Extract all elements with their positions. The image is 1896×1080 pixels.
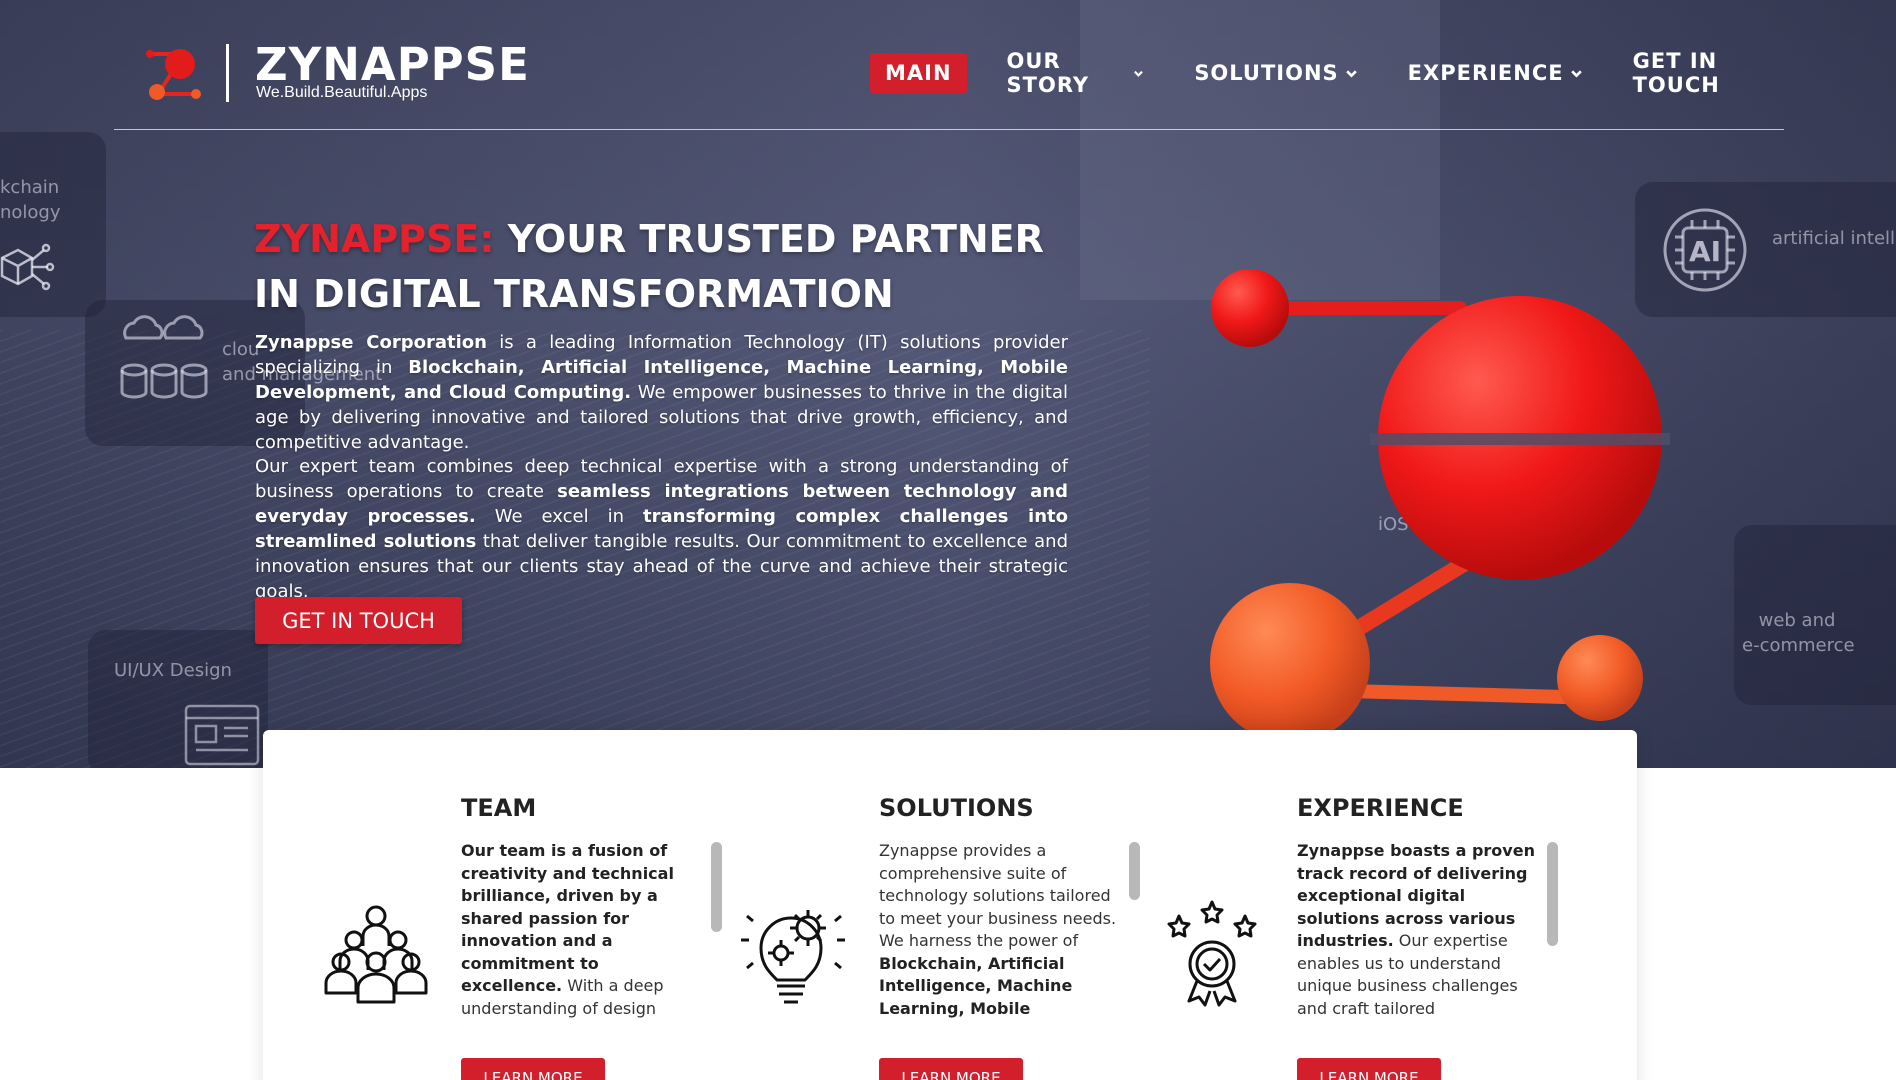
bg-label-blockchain: kchain nology bbox=[0, 177, 61, 223]
feature-emphasis: Our team is a fusion of creativity and t… bbox=[461, 841, 674, 995]
zynappse-3d-logo-art bbox=[1210, 269, 1670, 743]
nav-item-our-story[interactable]: OUR STORY bbox=[1007, 49, 1145, 97]
features-card: TEAM Our team is a fusion of creativity … bbox=[263, 730, 1637, 1080]
award-badge-icon bbox=[1167, 900, 1257, 1007]
cube-network-icon bbox=[0, 243, 55, 291]
nav-item-main[interactable]: MAIN bbox=[870, 53, 967, 93]
site-header: ZYNAPPSE We.Build.Beautiful.Apps MAIN OU… bbox=[114, 30, 1784, 130]
learn-more-button[interactable]: LEARN MORE bbox=[1297, 1058, 1441, 1080]
feature-emphasis: Blockchain, Artificial Intelligence, Mac… bbox=[879, 953, 1073, 1018]
svg-text:AI: AI bbox=[1689, 235, 1721, 268]
feature-title: SOLUTIONS bbox=[879, 794, 1034, 822]
chevron-down-icon bbox=[1345, 69, 1357, 78]
bg-label-uiux: UI/UX Design bbox=[114, 660, 232, 681]
bg-label-web: web and e-commerce bbox=[1742, 610, 1855, 656]
cloud-database-icon bbox=[120, 315, 208, 399]
bg-label-ai: artificial intellige bbox=[1772, 228, 1896, 249]
hero-title: ZYNAPPSE: YOUR TRUSTED PARTNER IN DIGITA… bbox=[254, 212, 1074, 322]
get-in-touch-button[interactable]: GET IN TOUCH bbox=[255, 597, 462, 644]
chevron-down-icon bbox=[1134, 70, 1144, 77]
nav-item-solutions[interactable]: SOLUTIONS bbox=[1194, 61, 1357, 85]
feature-team: TEAM Our team is a fusion of creativity … bbox=[263, 730, 722, 1080]
nav-item-experience[interactable]: EXPERIENCE bbox=[1408, 61, 1583, 85]
feature-text: Our team is a fusion of creativity and t… bbox=[461, 840, 701, 1020]
nav-label: EXPERIENCE bbox=[1407, 61, 1564, 85]
lightbulb-gear-icon bbox=[741, 910, 845, 1004]
nav-label: GET IN TOUCH bbox=[1632, 49, 1720, 97]
hero-paragraph-intro: Zynappse Corporation is a leading Inform… bbox=[255, 330, 1068, 455]
feature-text: Zynappse boasts a proven track record of… bbox=[1297, 840, 1537, 1020]
hero-text: We excel in bbox=[475, 506, 644, 527]
logo-divider bbox=[226, 44, 229, 102]
hero-paragraph-team: Our expert team combines deep technical … bbox=[255, 454, 1068, 604]
feature-experience: EXPERIENCE Zynappse boasts a proven trac… bbox=[1099, 730, 1558, 1080]
brand-tagline: We.Build.Beautiful.Apps bbox=[256, 84, 428, 101]
learn-more-button[interactable]: LEARN MORE bbox=[879, 1058, 1023, 1080]
hero-title-brand: ZYNAPPSE: bbox=[254, 217, 495, 261]
feature-title: EXPERIENCE bbox=[1297, 794, 1464, 822]
feature-solutions: SOLUTIONS Zynappse provides a comprehens… bbox=[681, 730, 1140, 1080]
scrollbar-thumb[interactable] bbox=[1547, 842, 1558, 946]
learn-more-button[interactable]: LEARN MORE bbox=[461, 1058, 605, 1080]
chevron-down-icon bbox=[1570, 69, 1582, 78]
main-nav: MAIN OUR STORY SOLUTIONS EXPERIENCE GET … bbox=[870, 49, 1784, 97]
company-name: Zynappse Corporation bbox=[255, 332, 487, 353]
feature-body: Zynappse provides a comprehensive suite … bbox=[879, 841, 1117, 950]
nav-label: OUR STORY bbox=[1006, 49, 1090, 97]
feature-text: Zynappse provides a comprehensive suite … bbox=[879, 840, 1119, 1020]
nav-label: MAIN bbox=[885, 61, 952, 85]
zynappse-logo-icon[interactable] bbox=[144, 46, 204, 102]
feature-title: TEAM bbox=[461, 794, 537, 822]
nav-item-get-in-touch[interactable]: GET IN TOUCH bbox=[1633, 49, 1784, 97]
team-icon bbox=[324, 905, 428, 1004]
ui-design-icon bbox=[184, 704, 260, 766]
nav-label: SOLUTIONS bbox=[1194, 61, 1339, 85]
